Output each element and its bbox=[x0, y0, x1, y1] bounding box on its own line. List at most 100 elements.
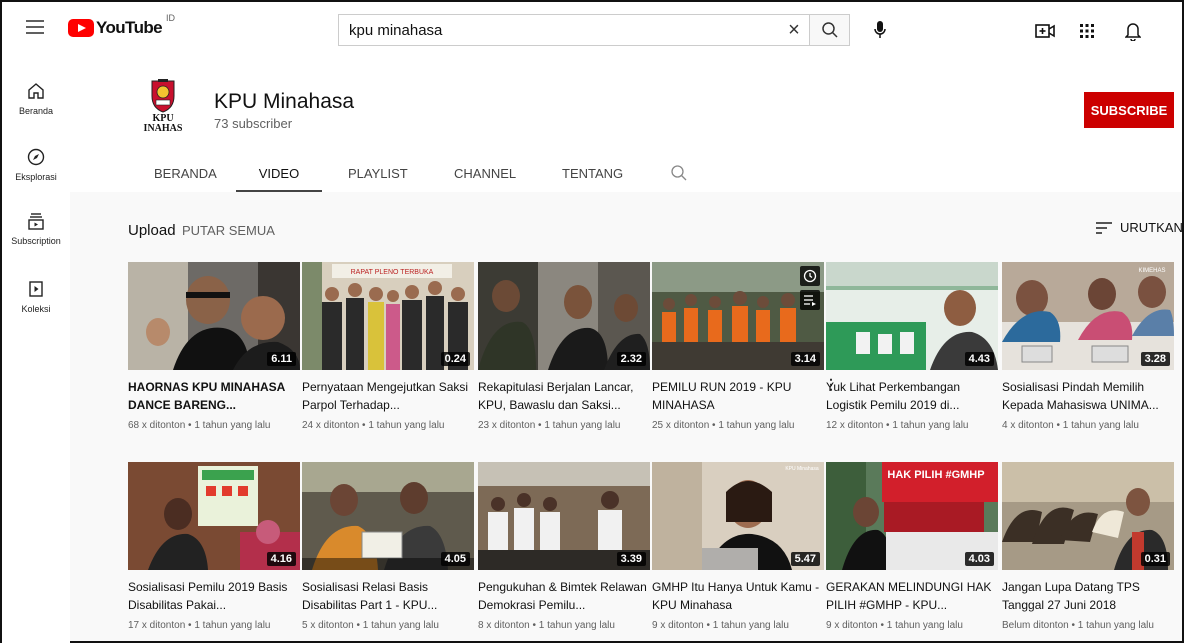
video-thumbnail[interactable]: 4.43 bbox=[826, 262, 998, 370]
channel-avatar[interactable]: KPU INAHAS bbox=[128, 74, 198, 144]
video-card[interactable]: KPU Minahasa 5.47 GMHP Itu Hanya Untuk K… bbox=[652, 462, 824, 631]
video-duration: 4.16 bbox=[266, 552, 296, 566]
video-duration: 0.31 bbox=[1140, 552, 1170, 566]
thumbnail-brand-text: KIMEHAS bbox=[1138, 268, 1165, 274]
video-thumbnail[interactable]: 4.16 bbox=[128, 462, 300, 570]
video-card[interactable]: RAPAT PLENO TERBUKA 0.24 Pernyataan Meng… bbox=[302, 262, 474, 431]
watch-later-icon[interactable] bbox=[800, 266, 820, 286]
thumbnail-banner-text: RAPAT PLENO TERBUKA bbox=[351, 269, 434, 276]
sidebar-item-beranda[interactable]: Beranda bbox=[2, 80, 70, 136]
video-thumbnail[interactable]: KIMEHAS 3.28 bbox=[1002, 262, 1174, 370]
tab-channel[interactable]: CHANNEL bbox=[454, 158, 516, 192]
video-card[interactable]: 3.14 PEMILU RUN 2019 - KPU MINAHASA 25 x… bbox=[652, 262, 838, 431]
video-title[interactable]: Pernyataan Mengejutkan Saksi Parpol Terh… bbox=[302, 378, 474, 414]
video-thumbnail[interactable]: KPU Minahasa 5.47 bbox=[652, 462, 824, 570]
video-thumbnail[interactable]: 2.32 bbox=[478, 262, 650, 370]
sidebar-item-label: Beranda bbox=[18, 106, 54, 116]
video-title[interactable]: Sosialisasi Relasi Basis Disabilitas Par… bbox=[302, 578, 474, 614]
video-card[interactable]: HAK PILIH #GMHP 4.03 GERAKAN MELINDUNGI … bbox=[826, 462, 998, 631]
video-duration: 4.43 bbox=[964, 352, 994, 366]
video-meta: 5 x ditonton • 1 tahun yang lalu bbox=[302, 620, 439, 631]
video-title[interactable]: Yuk Lihat Perkembangan Logistik Pemilu 2… bbox=[826, 378, 998, 414]
play-all-link[interactable]: PUTAR SEMUA bbox=[182, 223, 275, 238]
top-bar: YouTube ID × bbox=[2, 2, 1182, 58]
video-card[interactable]: 4.05 Sosialisasi Relasi Basis Disabilita… bbox=[302, 462, 474, 631]
tab-playlist[interactable]: PLAYLIST bbox=[348, 158, 408, 192]
video-duration: 4.05 bbox=[440, 552, 470, 566]
video-title[interactable]: GERAKAN MELINDUNGI HAK PILIH #GMHP - KPU… bbox=[826, 578, 998, 614]
video-card[interactable]: 6.11 HAORNAS KPU MINAHASA DANCE BARENG..… bbox=[128, 262, 300, 431]
voice-search-button[interactable] bbox=[866, 16, 894, 44]
video-card[interactable]: 3.39 Pengukuhan & Bimtek Relawan Demokra… bbox=[478, 462, 650, 631]
clear-search-icon[interactable]: × bbox=[779, 19, 809, 42]
sort-icon bbox=[1096, 221, 1112, 234]
add-to-queue-icon[interactable] bbox=[800, 290, 820, 310]
video-title[interactable]: GMHP Itu Hanya Untuk Kamu - KPU Minahasa bbox=[652, 578, 824, 614]
channel-name[interactable]: KPU Minahasa bbox=[214, 90, 354, 114]
notifications-button[interactable] bbox=[1122, 20, 1144, 42]
sidebar-item-koleksi[interactable]: Koleksi bbox=[2, 278, 70, 334]
video-thumbnail[interactable]: 4.05 bbox=[302, 462, 474, 570]
youtube-play-icon bbox=[68, 19, 94, 37]
tab-tentang[interactable]: TENTANG bbox=[562, 158, 623, 192]
video-duration: 3.28 bbox=[1140, 352, 1170, 366]
video-thumbnail[interactable]: 3.39 bbox=[478, 462, 650, 570]
home-icon bbox=[24, 80, 48, 102]
thumbnail-brand-text: KPU Minahasa bbox=[785, 466, 819, 472]
subscribe-button[interactable]: SUBSCRIBE bbox=[1084, 92, 1174, 128]
search-icon bbox=[821, 22, 838, 38]
sort-button[interactable]: URUTKAN bbox=[1096, 220, 1183, 235]
channel-search-icon[interactable] bbox=[670, 164, 688, 182]
video-title[interactable]: Sosialisasi Pindah Memilih Kepada Mahasi… bbox=[1002, 378, 1174, 414]
video-meta: 24 x ditonton • 1 tahun yang lalu bbox=[302, 420, 445, 431]
video-card[interactable]: 4.43 Yuk Lihat Perkembangan Logistik Pem… bbox=[826, 262, 998, 431]
sidebar-item-subscription[interactable]: Subscription bbox=[2, 210, 70, 266]
video-card[interactable]: 2.32 Rekapitulasi Berjalan Lancar, KPU, … bbox=[478, 262, 650, 431]
create-video-button[interactable] bbox=[1034, 20, 1056, 42]
video-title[interactable]: Pengukuhan & Bimtek Relawan Demokrasi Pe… bbox=[478, 578, 650, 614]
tab-video[interactable]: VIDEO bbox=[236, 158, 322, 192]
channel-header: KPU INAHAS KPU Minahasa 73 subscriber SU… bbox=[70, 58, 1182, 192]
video-meta: 4 x ditonton • 1 tahun yang lalu bbox=[1002, 420, 1139, 431]
video-section: Upload PUTAR SEMUA URUTKAN 6.11 HAORNAS … bbox=[70, 192, 1183, 643]
search-button[interactable] bbox=[810, 14, 850, 46]
video-title[interactable]: Rekapitulasi Berjalan Lancar, KPU, Bawas… bbox=[478, 378, 650, 414]
video-meta: 17 x ditonton • 1 tahun yang lalu bbox=[128, 620, 271, 631]
video-meta: 9 x ditonton • 1 tahun yang lalu bbox=[652, 620, 789, 631]
subscriber-count: 73 subscriber bbox=[214, 116, 293, 131]
video-card[interactable]: 4.16 Sosialisasi Pemilu 2019 Basis Disab… bbox=[128, 462, 300, 631]
video-meta: 8 x ditonton • 1 tahun yang lalu bbox=[478, 620, 615, 631]
avatar-text-line2: INAHAS bbox=[143, 123, 183, 134]
subscriptions-icon bbox=[24, 210, 48, 232]
tab-beranda[interactable]: BERANDA bbox=[154, 158, 217, 192]
video-title[interactable]: Sosialisasi Pemilu 2019 Basis Disabilita… bbox=[128, 578, 300, 614]
search-input[interactable] bbox=[339, 21, 779, 39]
video-thumbnail[interactable]: RAPAT PLENO TERBUKA 0.24 bbox=[302, 262, 474, 370]
video-title[interactable]: PEMILU RUN 2019 - KPU MINAHASA bbox=[652, 378, 824, 414]
video-duration: 6.11 bbox=[267, 352, 296, 366]
video-duration: 4.03 bbox=[964, 552, 994, 566]
video-duration: 0.24 bbox=[440, 352, 470, 366]
youtube-logo[interactable]: YouTube ID bbox=[68, 13, 175, 38]
video-thumbnail[interactable]: HAK PILIH #GMHP 4.03 bbox=[826, 462, 998, 570]
video-meta: 23 x ditonton • 1 tahun yang lalu bbox=[478, 420, 621, 431]
menu-icon[interactable] bbox=[26, 20, 44, 34]
sidebar-item-eksplorasi[interactable]: Eksplorasi bbox=[2, 146, 70, 202]
video-meta: 25 x ditonton • 1 tahun yang lalu bbox=[652, 420, 795, 431]
kpu-emblem-icon bbox=[151, 79, 175, 113]
thumbnail-banner-text: HAK PILIH #GMHP bbox=[887, 469, 984, 481]
video-thumbnail[interactable]: 0.31 bbox=[1002, 462, 1174, 570]
video-thumbnail[interactable]: 3.14 bbox=[652, 262, 824, 370]
sidebar: Beranda Eksplorasi Subscription Koleksi bbox=[2, 58, 70, 643]
search-box: × bbox=[338, 14, 810, 46]
apps-button[interactable] bbox=[1076, 20, 1098, 42]
video-title[interactable]: Jangan Lupa Datang TPS Tanggal 27 Juni 2… bbox=[1002, 578, 1174, 614]
section-title[interactable]: Upload bbox=[128, 222, 176, 239]
video-meta: 9 x ditonton • 1 tahun yang lalu bbox=[826, 620, 963, 631]
video-title[interactable]: HAORNAS KPU MINAHASA DANCE BARENG... bbox=[128, 378, 300, 414]
video-card[interactable]: KIMEHAS 3.28 Sosialisasi Pindah Memilih … bbox=[1002, 262, 1174, 431]
bell-icon bbox=[1125, 23, 1141, 41]
sidebar-item-label: Subscription bbox=[11, 236, 61, 246]
video-thumbnail[interactable]: 6.11 bbox=[128, 262, 300, 370]
video-card[interactable]: 0.31 Jangan Lupa Datang TPS Tanggal 27 J… bbox=[1002, 462, 1174, 631]
